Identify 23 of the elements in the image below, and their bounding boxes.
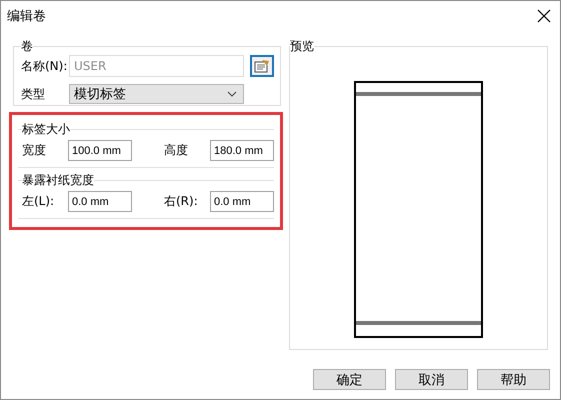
document-icon [254,59,270,73]
field-label: 左(L): [22,193,56,210]
browse-button[interactable] [250,55,274,77]
dialog-button[interactable]: 取消 [395,369,468,390]
group-title: 暴露衬纸宽度 [22,172,94,189]
group-title: 标签大小 [22,121,70,138]
input-field[interactable]: 100.0 mm [68,140,132,161]
input-field[interactable]: 0.0 mm [68,191,132,212]
field-label: 高度 [164,142,189,159]
field-label: 名称(N): [21,58,65,74]
close-button[interactable] [536,8,552,24]
input-field[interactable]: 180.0 mm [210,140,274,161]
field-label: 右(R): [164,193,199,210]
field-label: 类型 [21,86,46,102]
window-title: 编辑卷 [7,8,46,24]
input-field[interactable]: 0.0 mm [210,191,274,212]
type-dropdown[interactable]: 模切标签 [69,84,244,104]
dialog-button[interactable]: 确定 [313,369,386,390]
group-title: 预览 [290,38,314,55]
chevron-icon [227,91,237,97]
field-label: 宽度 [22,142,47,159]
group-title: 卷 [21,38,33,55]
dialog-button[interactable]: 帮助 [477,369,550,390]
